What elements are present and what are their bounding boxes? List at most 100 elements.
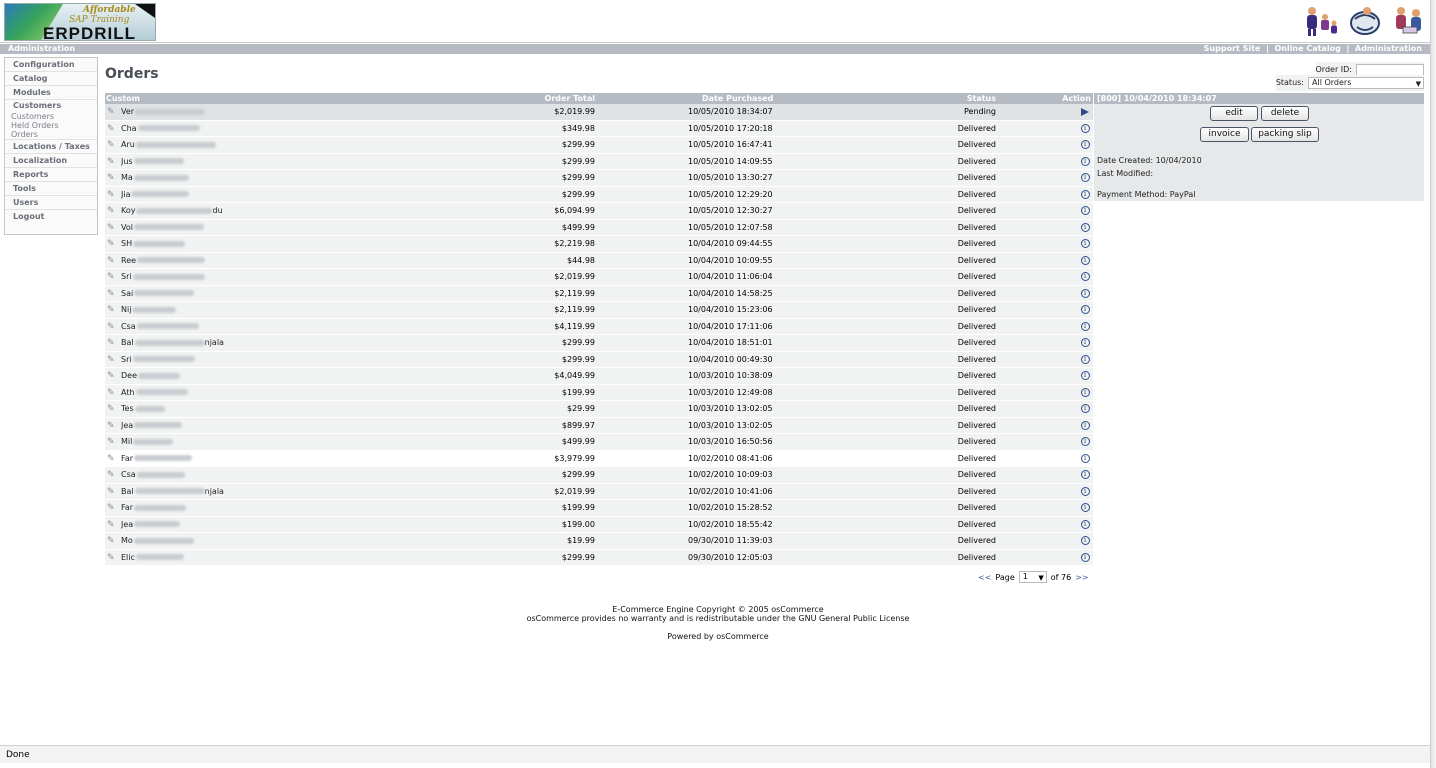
people-icon[interactable] [1390,4,1428,38]
sidebar-item-reports[interactable]: Reports [5,168,97,182]
table-row[interactable]: ✎ Mo $19.99 09/30/2010 11:39:03 Delivered i [105,533,1093,550]
info-icon[interactable]: i [1079,352,1091,369]
globe-icon[interactable] [1346,4,1384,38]
info-icon[interactable]: i [1079,401,1091,418]
header-status[interactable]: Status [967,93,996,104]
info-icon[interactable]: i [1079,236,1091,253]
sidebar-subitem-orders[interactable]: Orders [5,130,97,140]
sidebar-item-configuration[interactable]: Configuration [5,58,97,72]
customer-name[interactable]: Bal njala [121,335,291,352]
info-icon[interactable]: i [1079,550,1091,567]
sidebar-item-logout[interactable]: Logout [5,210,97,224]
info-icon[interactable]: i [1079,170,1091,187]
header-order-total[interactable]: Order Total [545,93,595,104]
table-row[interactable]: ✎ Sri $2,019.99 10/04/2010 11:06:04 Delivere… [105,269,1093,286]
customer-name[interactable]: Cha [121,121,291,138]
table-row[interactable]: ✎ Far $3,979.99 10/02/2010 08:41:06 Delivere… [105,450,1093,468]
info-icon[interactable]: i [1079,220,1091,237]
customer-name[interactable]: Sri [121,269,291,286]
header-customer[interactable]: Custom [106,93,140,104]
info-icon[interactable]: i [1079,253,1091,270]
customer-name[interactable]: Ath [121,385,291,402]
table-row[interactable]: ✎ Dee $4,049.99 10/03/2010 10:38:09 Delivere… [105,368,1093,385]
table-row[interactable]: ✎ Tes $29.99 10/03/2010 13:02:05 Delivered i [105,401,1093,418]
table-row[interactable]: ✎ Ma $299.99 10/05/2010 13:30:27 Delivered i [105,170,1093,187]
info-icon[interactable]: i [1079,368,1091,385]
table-row[interactable]: ✎ Nij $2,119.99 10/04/2010 15:23:06 Delivere… [105,302,1093,319]
table-row[interactable]: ✎ Sai $2,119.99 10/04/2010 14:58:25 Delivere… [105,285,1093,303]
status-select[interactable]: All Orders ▼ [1308,76,1424,89]
table-row[interactable]: ✎ Koy du $6,094.99 10/05/2010 12:30:27 Delive… [105,203,1093,220]
customer-name[interactable]: Mo [121,533,291,550]
info-icon[interactable]: i [1079,286,1091,303]
table-row[interactable]: ✎ Cha $349.98 10/05/2010 17:20:18 Delivered i [105,120,1093,138]
table-row[interactable]: ✎ Csa $4,119.99 10/04/2010 17:11:06 Delivere… [105,318,1093,336]
customer-name[interactable]: Koy du [121,203,291,220]
sidebar-subitem-customers[interactable]: Customers [5,112,97,121]
customer-name[interactable]: Sri [121,352,291,369]
erpdrill-logo[interactable]: Affordable SAP Training ERPDRILL [4,3,156,41]
customer-name[interactable]: Aru [121,137,291,154]
invoice-button[interactable]: invoice [1200,127,1249,142]
info-icon[interactable]: i [1079,302,1091,319]
edit-button[interactable]: edit [1210,106,1258,121]
table-row[interactable]: ✎ Ver $2,019.99 10/05/2010 18:34:07 Pending [105,104,1093,121]
info-icon[interactable]: i [1079,467,1091,484]
customer-name[interactable]: Ree [121,253,291,270]
info-icon[interactable]: i [1079,137,1091,154]
table-row[interactable]: ✎ Elic $299.99 09/30/2010 12:05:03 Delivered… [105,549,1093,567]
table-row[interactable]: ✎ Vol $499.99 10/05/2010 12:07:58 Delivered i [105,219,1093,237]
table-row[interactable]: ✎ Aru $299.99 10/05/2010 16:47:41 Delivered i [105,137,1093,154]
header-date-purchased[interactable]: Date Purchased [702,93,773,104]
customer-name[interactable]: Jus [121,154,291,171]
online-catalog-link[interactable]: Online Catalog [1274,44,1340,53]
table-row[interactable]: ✎ Jea $199.00 10/02/2010 18:55:42 Delivered i [105,516,1093,534]
table-row[interactable]: ✎ Jia $299.99 10/05/2010 12:29:20 Delivered i [105,186,1093,204]
info-icon[interactable]: i [1079,451,1091,468]
sidebar-item-customers[interactable]: Customers [5,100,97,112]
next-page-link[interactable]: >> [1075,573,1088,582]
customer-name[interactable]: Csa [121,319,291,336]
info-icon[interactable]: i [1079,500,1091,517]
customer-name[interactable]: Far [121,451,291,468]
customer-name[interactable]: Sai [121,286,291,303]
table-row[interactable]: ✎ Sri $299.99 10/04/2010 00:49:30 Delivered i [105,351,1093,369]
customer-name[interactable]: Ma [121,170,291,187]
info-icon[interactable]: i [1079,319,1091,336]
sidebar-item-locations-taxes[interactable]: Locations / Taxes [5,140,97,154]
sidebar-item-tools[interactable]: Tools [5,182,97,196]
customer-name[interactable]: Tes [121,401,291,418]
customer-name[interactable]: Vol [121,220,291,237]
table-row[interactable]: ✎ Mil $499.99 10/03/2010 16:50:56 Delivered i [105,434,1093,451]
info-icon[interactable]: i [1079,517,1091,534]
customer-name[interactable]: Nij [121,302,291,319]
table-row[interactable]: ✎ Jus $299.99 10/05/2010 14:09:55 Delivered i [105,153,1093,171]
sidebar-subitem-held-orders[interactable]: Held Orders [5,121,97,130]
packing-slip-button[interactable]: packing slip [1251,127,1319,142]
info-icon[interactable]: i [1079,203,1091,220]
customer-name[interactable]: Far [121,500,291,517]
table-row[interactable]: ✎ Bal njala $299.99 10/04/2010 18:51:01 Deliv… [105,335,1093,352]
info-icon[interactable]: i [1079,187,1091,204]
table-row[interactable]: ✎ Bal njala $2,019.99 10/02/2010 10:41:06 Del… [105,483,1093,501]
customer-name[interactable]: Bal njala [121,484,291,501]
info-icon[interactable]: i [1079,533,1091,550]
sidebar-item-modules[interactable]: Modules [5,86,97,100]
customer-name[interactable]: Elic [121,550,291,567]
info-icon[interactable]: i [1079,269,1091,286]
info-icon[interactable]: i [1079,434,1091,451]
delete-button[interactable]: delete [1261,106,1309,121]
info-icon[interactable]: i [1079,418,1091,435]
page-select[interactable]: 1 ▼ [1018,571,1047,583]
support-site-link[interactable]: Support Site [1204,44,1261,53]
info-icon[interactable]: i [1079,484,1091,501]
info-icon[interactable]: i [1079,385,1091,402]
customer-name[interactable]: Jea [121,517,291,534]
administration-link[interactable]: Administration [1355,44,1422,53]
table-row[interactable]: ✎ Jea $899.97 10/03/2010 13:02:05 Delivered i [105,417,1093,435]
customer-name[interactable]: Jia [121,187,291,204]
sidebar-item-localization[interactable]: Localization [5,154,97,168]
table-row[interactable]: ✎ Far $199.99 10/02/2010 15:28:52 Delivered i [105,500,1093,517]
customer-name[interactable]: Ver [121,104,291,121]
customer-name[interactable]: Mil [121,434,291,451]
